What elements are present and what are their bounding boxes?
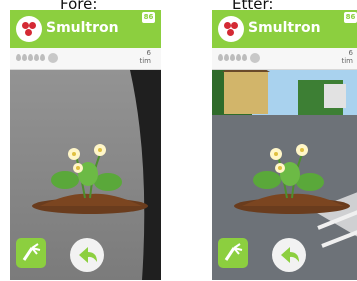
time-unit: tim bbox=[139, 57, 151, 65]
water-drop-icon bbox=[22, 54, 27, 61]
app-title: Smultron bbox=[248, 20, 321, 36]
status-bar: 6 tim bbox=[212, 48, 357, 70]
water-drop-icon bbox=[230, 54, 235, 61]
water-drop-icon bbox=[236, 54, 241, 61]
status-dot-icon bbox=[250, 53, 260, 63]
rake-icon bbox=[22, 243, 41, 261]
back-arrow-icon bbox=[79, 247, 97, 263]
back-arrow-icon bbox=[281, 247, 299, 263]
water-drop-icon bbox=[218, 54, 223, 61]
water-level bbox=[218, 54, 247, 61]
water-drop-icon bbox=[34, 54, 39, 61]
water-drop-icon bbox=[242, 54, 247, 61]
count-badge: 86 bbox=[344, 12, 357, 23]
status-bar: 6 tim bbox=[10, 48, 161, 70]
water-drop-icon bbox=[28, 54, 33, 61]
time-value: 6 bbox=[348, 49, 353, 57]
back-button[interactable] bbox=[272, 238, 306, 272]
strawberry-logo-icon[interactable] bbox=[218, 16, 244, 42]
app-title: Smultron bbox=[46, 20, 119, 36]
status-dot-icon bbox=[48, 53, 58, 63]
rake-button[interactable] bbox=[218, 238, 248, 268]
count-badge: 86 bbox=[142, 12, 155, 23]
time-remaining: 6 tim bbox=[341, 49, 353, 65]
water-level bbox=[16, 54, 45, 61]
rake-icon bbox=[224, 243, 243, 261]
time-remaining: 6 tim bbox=[139, 49, 151, 65]
phone-before: Smultron 86 6 tim bbox=[10, 10, 161, 280]
water-drop-icon bbox=[16, 54, 21, 61]
water-drop-icon bbox=[40, 54, 45, 61]
app-header: Smultron 86 bbox=[212, 10, 357, 48]
back-button[interactable] bbox=[70, 238, 104, 272]
strawberry-logo-icon[interactable] bbox=[16, 16, 42, 42]
water-drop-icon bbox=[224, 54, 229, 61]
strawberry-plant[interactable] bbox=[30, 140, 150, 220]
time-unit: tim bbox=[341, 57, 353, 65]
app-header: Smultron 86 bbox=[10, 10, 161, 48]
rake-button[interactable] bbox=[16, 238, 46, 268]
time-value: 6 bbox=[146, 49, 151, 57]
phone-after: Smultron 86 6 tim bbox=[212, 10, 357, 280]
strawberry-plant[interactable] bbox=[232, 140, 352, 220]
